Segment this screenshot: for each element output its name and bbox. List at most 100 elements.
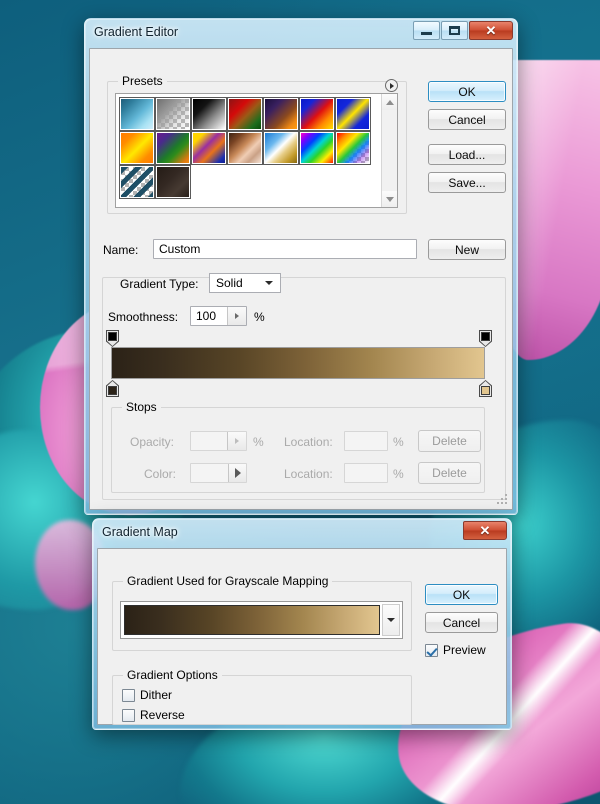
preset-swatch-yellow-violet-orange-blue[interactable]: [191, 131, 227, 165]
stop-color-chip: [481, 386, 490, 395]
color-swatch-input[interactable]: [190, 463, 247, 483]
chevron-down-icon: [387, 618, 395, 622]
color-delete-button[interactable]: Delete: [418, 462, 481, 484]
gradient-map-preview-wrapper[interactable]: [120, 601, 403, 639]
smoothness-input[interactable]: 100: [190, 306, 247, 326]
gradient-map-titlebar[interactable]: Gradient Map ✕: [92, 518, 512, 548]
color-label: Color:: [144, 467, 177, 481]
gradient-map-preview[interactable]: [124, 605, 380, 635]
preset-swatch-blue-to-orange[interactable]: [263, 131, 299, 165]
preset-swatch-blue-red-yellow[interactable]: [299, 97, 335, 131]
swatch-gradient: [193, 133, 225, 163]
smoothness-stepper[interactable]: [227, 307, 246, 325]
preset-swatch-violet-orange[interactable]: [263, 97, 299, 131]
dither-label: Dither: [140, 688, 173, 702]
cancel-button[interactable]: Cancel: [425, 612, 498, 633]
preview-label: Preview: [443, 643, 486, 657]
minimize-icon: [421, 32, 432, 35]
opacity-location-input[interactable]: [344, 431, 388, 451]
scroll-down-arrow-icon[interactable]: [382, 191, 397, 207]
gradient-picker-dropdown-button[interactable]: [382, 604, 400, 636]
triangle-up-icon: [385, 99, 394, 105]
preset-swatch-orange-yellow-orange[interactable]: [119, 131, 155, 165]
gradient-type-select[interactable]: Solid: [209, 273, 281, 293]
opacity-delete-button[interactable]: Delete: [418, 430, 481, 452]
preset-swatch-spectrum[interactable]: [299, 131, 335, 165]
color-stop-left[interactable]: [106, 380, 119, 397]
preset-menu-arrow-icon[interactable]: [385, 79, 398, 92]
gradient-editor-body: Presets OK Cancel Load... Save... Name: …: [89, 48, 513, 510]
preset-swatch-transparent-stripes[interactable]: [119, 165, 155, 199]
new-button[interactable]: New: [428, 239, 506, 260]
preset-swatch-red-green[interactable]: [227, 97, 263, 131]
color-location-input[interactable]: [344, 463, 388, 483]
swatch-gradient: [157, 167, 189, 197]
swatch-gradient: [265, 99, 297, 129]
presets-swatch-grid: [119, 97, 397, 199]
maximize-button[interactable]: [441, 21, 468, 40]
color-picker-button[interactable]: [228, 464, 246, 482]
preset-swatch-blue-white[interactable]: [119, 97, 155, 131]
gradient-preview-bar[interactable]: [111, 347, 485, 379]
opacity-label: Opacity:: [130, 435, 175, 449]
gradient-editor-title: Gradient Editor: [94, 25, 179, 39]
opacity-input[interactable]: [190, 431, 247, 451]
preset-swatch-transparent-rainbow[interactable]: [335, 131, 371, 165]
gradient-editor-titlebar[interactable]: Gradient Editor ✕: [84, 18, 518, 48]
maximize-icon: [449, 26, 460, 35]
save-button[interactable]: Save...: [428, 172, 506, 193]
load-button[interactable]: Load...: [428, 144, 506, 165]
preset-swatch-violet-green-orange[interactable]: [155, 131, 191, 165]
ok-button[interactable]: OK: [428, 81, 506, 102]
close-button[interactable]: ✕: [463, 521, 507, 540]
color-location-unit: %: [393, 467, 404, 481]
opacity-location-unit: %: [393, 435, 404, 449]
triangle-right-icon: [389, 82, 394, 89]
swatch-gradient: [157, 133, 189, 163]
swatch-gradient: [337, 133, 369, 163]
preset-swatch-black-white[interactable]: [191, 97, 227, 131]
swatch-gradient: [193, 99, 225, 129]
swatch-gradient: [337, 99, 369, 129]
swatch-gradient: [229, 133, 261, 163]
stops-legend: Stops: [122, 400, 161, 414]
stop-color-chip: [108, 386, 117, 395]
opacity-stop-left[interactable]: [106, 330, 119, 347]
preset-swatch-copper[interactable]: [227, 131, 263, 165]
name-input[interactable]: Custom: [153, 239, 417, 259]
preset-swatch-blue-yellow-blue[interactable]: [335, 97, 371, 131]
presets-scrollbar[interactable]: [381, 94, 397, 207]
close-button[interactable]: ✕: [469, 21, 513, 40]
swatch-gradient: [301, 133, 333, 163]
gradient-used-legend: Gradient Used for Grayscale Mapping: [123, 574, 333, 588]
swatch-gradient: [265, 133, 297, 163]
gradient-editor-window: Gradient Editor ✕ Presets OK Cancel Load…: [84, 18, 518, 515]
wallpaper-pink-petal-right-2: [528, 140, 600, 370]
close-icon: ✕: [479, 522, 491, 538]
triangle-right-icon: [234, 468, 241, 478]
minimize-button[interactable]: [413, 21, 440, 40]
scroll-up-arrow-icon[interactable]: [382, 94, 397, 110]
swatch-gradient: [121, 167, 153, 197]
reverse-checkbox[interactable]: [122, 709, 135, 722]
presets-legend: Presets: [118, 74, 167, 88]
gradient-type-label: Gradient Type:: [120, 277, 199, 291]
cancel-button[interactable]: Cancel: [428, 109, 506, 130]
presets-swatch-list[interactable]: [115, 93, 398, 208]
color-stop-right[interactable]: [479, 380, 492, 397]
opacity-stop-right[interactable]: [479, 330, 492, 347]
stop-color-chip: [481, 332, 490, 341]
triangle-right-icon: [235, 438, 239, 444]
opacity-stepper[interactable]: [227, 432, 246, 450]
smoothness-value: 100: [196, 309, 217, 323]
ok-button[interactable]: OK: [425, 584, 498, 605]
dither-checkbox[interactable]: [122, 689, 135, 702]
swatch-gradient: [229, 99, 261, 129]
gradient-map-body: Gradient Used for Grayscale Mapping Grad…: [97, 548, 507, 725]
gradient-map-title: Gradient Map: [102, 525, 178, 539]
preset-swatch-dark-brown-neutral[interactable]: [155, 165, 191, 199]
preset-swatch-foreground-to-transparent[interactable]: [155, 97, 191, 131]
resize-grip[interactable]: [497, 494, 509, 506]
preview-checkbox[interactable]: [425, 644, 438, 657]
name-label: Name:: [103, 243, 139, 257]
